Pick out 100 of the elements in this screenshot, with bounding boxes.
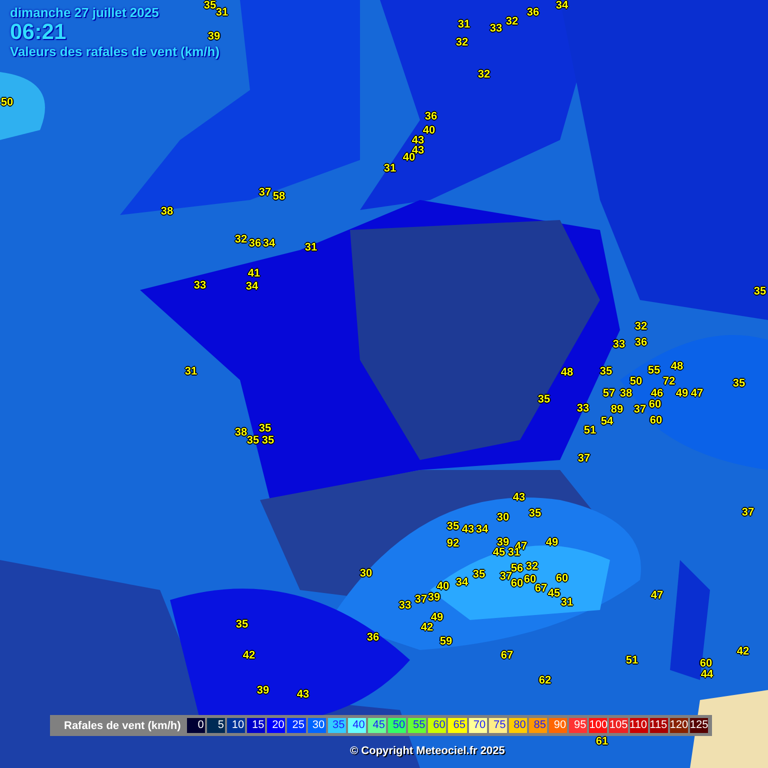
- map-time: 06:21: [10, 20, 66, 44]
- gust-value: 39: [496, 538, 510, 548]
- gust-value: 38: [160, 206, 174, 218]
- gust-value: 34: [556, 0, 568, 12]
- legend-swatch: 110: [630, 718, 648, 733]
- gust-value: 58: [272, 192, 286, 202]
- gust-value: 31: [508, 548, 520, 558]
- legend-swatch: 15: [247, 718, 266, 733]
- gust-value: 48: [560, 368, 574, 378]
- legend-swatch: 125: [690, 718, 708, 733]
- gust-value: 43: [296, 690, 310, 700]
- legend-swatch: 115: [650, 718, 668, 733]
- gust-value: 51: [626, 656, 638, 666]
- gust-value: 35: [258, 424, 272, 434]
- gust-value: 32: [634, 322, 648, 332]
- gust-value: 50: [0, 98, 14, 108]
- gust-value: 31: [216, 8, 228, 18]
- gust-value: 35: [732, 378, 746, 390]
- legend-swatch: 25: [287, 718, 306, 733]
- gust-value: 38: [620, 388, 632, 400]
- legend-swatch: 70: [468, 718, 487, 733]
- gust-value: 37: [742, 508, 754, 518]
- gust-value: 37: [634, 404, 646, 416]
- gust-value: 37: [578, 454, 590, 464]
- gust-value: 47: [650, 590, 664, 602]
- gust-value: 31: [560, 598, 574, 608]
- gust-value: 56: [510, 564, 524, 574]
- gust-value: 36: [248, 238, 262, 250]
- copyright-text: © Copyright Meteociel.fr 2025: [350, 745, 505, 757]
- gust-value: 45: [492, 548, 506, 558]
- gust-value: 32: [456, 38, 468, 48]
- gust-value: 48: [670, 362, 684, 372]
- gust-value: 34: [456, 578, 468, 588]
- gust-value: 55: [648, 366, 660, 376]
- gust-value: 33: [490, 24, 502, 34]
- gust-value: 36: [634, 338, 648, 348]
- legend-swatch: 120: [670, 718, 688, 733]
- gust-value: 44: [700, 670, 714, 680]
- legend-swatch: 45: [368, 718, 386, 733]
- gust-value: 39: [208, 32, 220, 42]
- gust-value: 46: [650, 388, 664, 400]
- gust-value: 67: [534, 584, 548, 594]
- legend-swatch: 60: [428, 718, 446, 733]
- gust-value: 38: [234, 428, 248, 438]
- gust-value: 49: [430, 612, 444, 624]
- gust-value: 45: [548, 588, 560, 600]
- gust-value: 35: [246, 436, 260, 446]
- gust-value: 49: [546, 538, 558, 548]
- gust-value: 36: [526, 8, 540, 18]
- gust-value: 35: [754, 286, 766, 298]
- gust-value: 60: [524, 574, 536, 586]
- gust-value: 33: [612, 340, 626, 350]
- gust-value: 60: [650, 416, 662, 426]
- legend-swatch: 80: [508, 718, 527, 733]
- gust-value: 40: [436, 582, 450, 592]
- legend-swatch: 50: [388, 718, 406, 733]
- gust-value: 30: [360, 568, 372, 580]
- legend-swatch: 0: [186, 718, 205, 733]
- gust-value: 32: [478, 70, 490, 80]
- gust-value: 31: [184, 366, 198, 378]
- gust-value: 60: [700, 658, 712, 670]
- gust-value: 54: [600, 416, 614, 428]
- legend-swatch: 85: [528, 718, 548, 733]
- gust-value: 35: [262, 436, 274, 446]
- legend-swatch: 40: [348, 718, 366, 733]
- gust-value: 47: [690, 388, 704, 400]
- legend-swatch: 95: [569, 718, 588, 733]
- gust-value: 50: [630, 376, 642, 388]
- legend-swatch: 105: [609, 718, 628, 733]
- gust-value: 30: [496, 512, 510, 524]
- gust-value: 35: [472, 570, 486, 580]
- gust-value: 37: [500, 572, 512, 582]
- gust-value: 37: [414, 594, 428, 606]
- legend-swatch: 20: [267, 718, 286, 733]
- gust-value: 31: [384, 164, 396, 174]
- gust-value: 43: [412, 136, 424, 146]
- gust-value: 35: [528, 508, 542, 520]
- gust-value: 61: [596, 736, 608, 748]
- gust-value: 34: [476, 524, 488, 536]
- legend-swatch: 10: [227, 718, 246, 733]
- legend-swatch: 35: [328, 718, 346, 733]
- gust-value: 35: [204, 0, 216, 12]
- legend-swatch: 65: [448, 718, 467, 733]
- gust-value: 43: [462, 524, 474, 536]
- gust-value: 36: [366, 632, 380, 644]
- gust-value: 51: [584, 426, 596, 436]
- gust-value: 31: [458, 20, 470, 30]
- map-date: dimanche 27 juillet 2025: [10, 5, 159, 20]
- gust-value: 33: [398, 600, 412, 612]
- gust-value: 40: [422, 126, 436, 136]
- gust-value: 60: [648, 400, 662, 410]
- gust-value: 59: [440, 636, 452, 648]
- gust-value: 35: [538, 394, 550, 406]
- map-subtitle: Valeurs des rafales de vent (km/h): [10, 44, 220, 59]
- gust-value: 31: [304, 242, 318, 254]
- gust-value: 62: [538, 676, 552, 686]
- gust-value: 42: [736, 646, 750, 658]
- gust-value: 42: [242, 650, 256, 662]
- gust-value: 33: [576, 404, 590, 414]
- gust-value: 34: [262, 238, 276, 250]
